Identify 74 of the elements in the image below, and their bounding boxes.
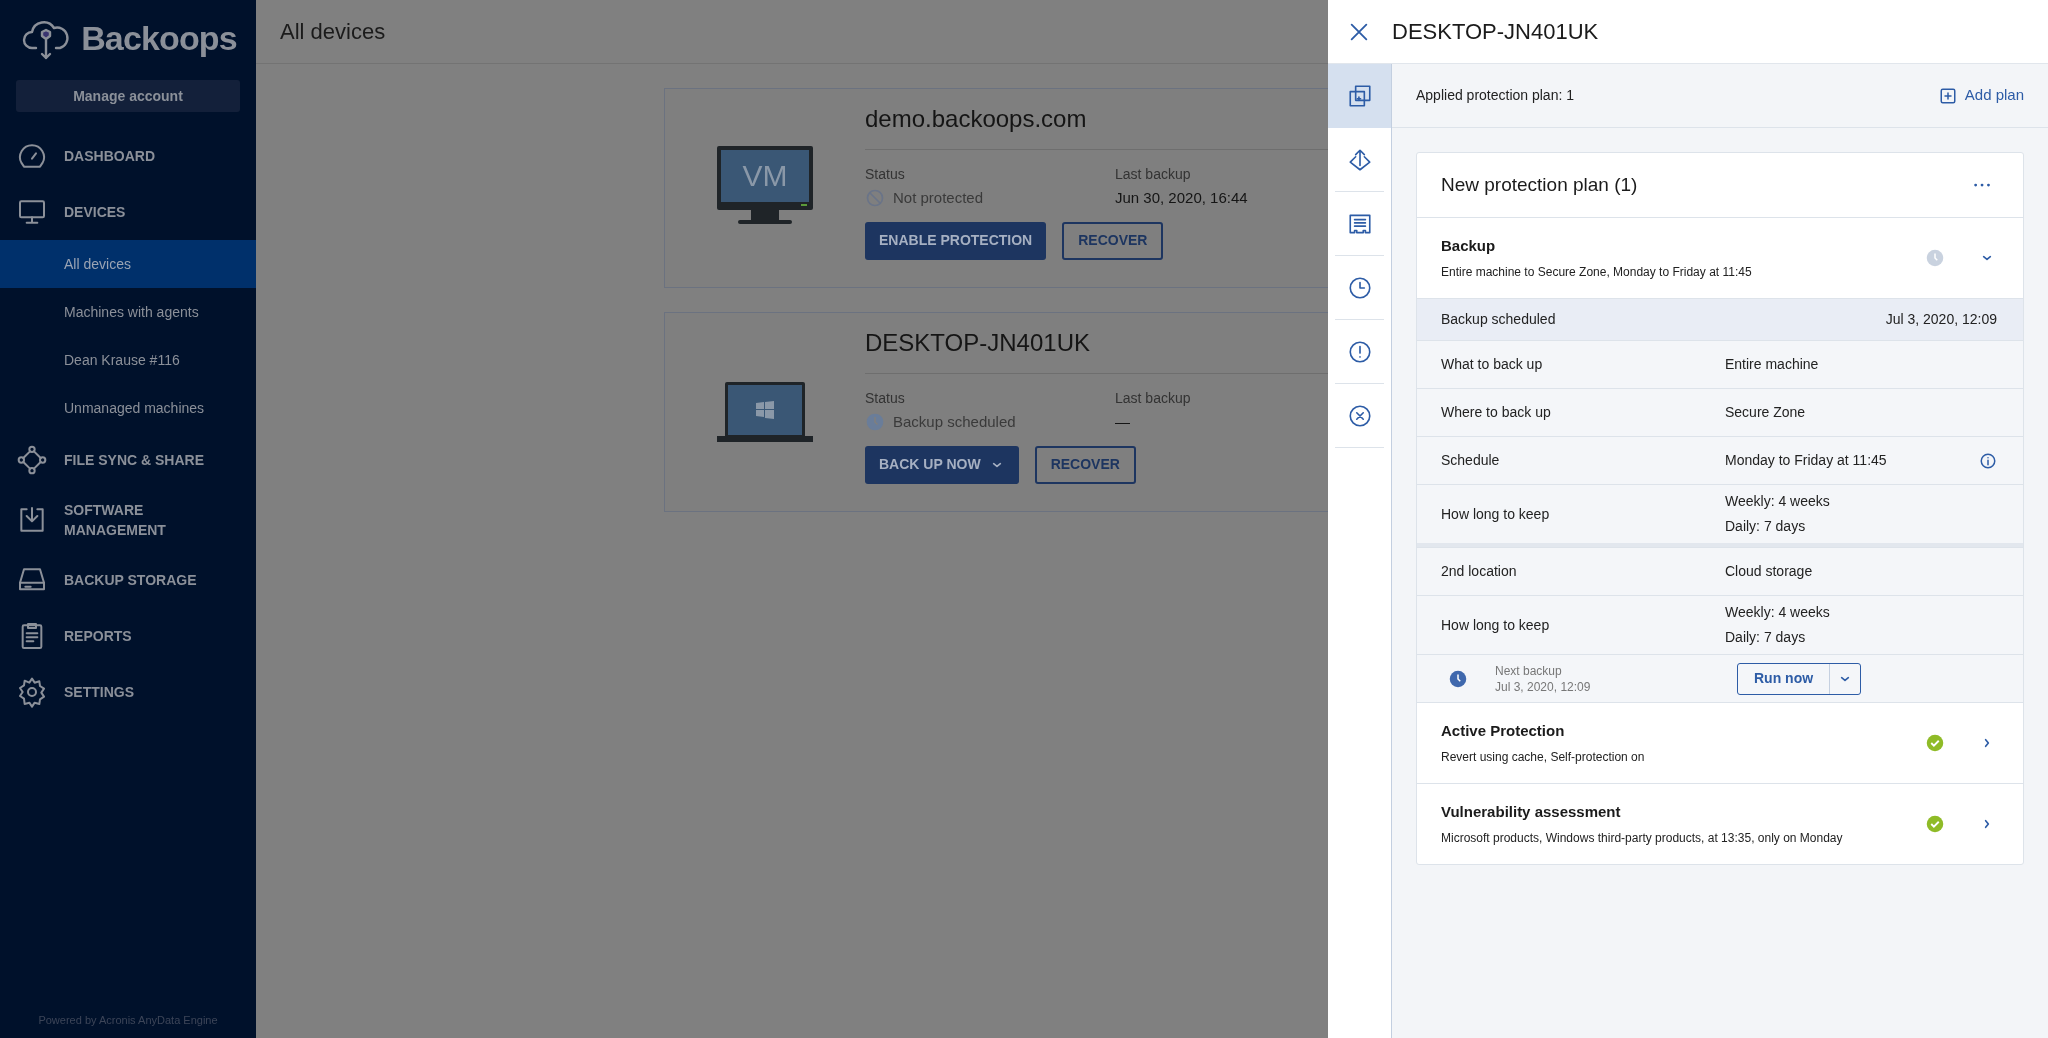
last-backup-value: — bbox=[1115, 412, 1131, 432]
rail-tab[interactable] bbox=[1328, 64, 1391, 128]
nav-label: DEVICES bbox=[64, 203, 127, 222]
plan-section-header[interactable]: Backup Entire machine to Secure Zone, Monday to Friday at 11:45 bbox=[1417, 218, 2023, 298]
add-plan-link[interactable]: Add plan bbox=[1938, 84, 2024, 107]
setting-value: Secure Zone bbox=[1725, 403, 1807, 422]
last-backup-label: Last backup bbox=[1115, 389, 1191, 408]
status-row-value: Jul 3, 2020, 12:09 bbox=[1885, 310, 1997, 329]
run-now-button[interactable]: Run now bbox=[1738, 663, 1831, 694]
next-backup-date: Jul 3, 2020, 12:09 bbox=[1495, 678, 1592, 695]
section-title: Active Protection bbox=[1441, 720, 1566, 741]
outline-button[interactable]: RECOVER bbox=[1062, 221, 1164, 260]
alert-icon bbox=[1346, 338, 1373, 365]
nav-item[interactable]: DEVICES bbox=[0, 184, 256, 240]
setting-value: Entire machine bbox=[1725, 355, 1820, 374]
nav-label: DASHBOARD bbox=[64, 147, 156, 166]
setting-value: Cloud storage bbox=[1725, 562, 1814, 581]
outline-button[interactable]: RECOVER bbox=[1034, 445, 1136, 484]
last-backup-label: Last backup bbox=[1115, 165, 1192, 184]
vm-label: VM bbox=[742, 161, 788, 191]
section-title: Vulnerability assessment bbox=[1441, 801, 1622, 822]
setting-label: How long to keep bbox=[1441, 615, 1551, 635]
setting-value: Daily: 7 days bbox=[1725, 628, 1807, 647]
nav-item[interactable]: FILE SYNC & SHARE bbox=[0, 432, 256, 488]
section-subtitle: Revert using cache, Self-protection on bbox=[1441, 749, 1646, 767]
setting-value: Daily: 7 days bbox=[1725, 517, 1807, 536]
manage-account-button[interactable]: Manage account bbox=[16, 80, 240, 112]
nav-item[interactable]: REPORTS bbox=[0, 608, 256, 664]
footer-text: Powered by Acronis AnyData Engine bbox=[37, 1012, 219, 1028]
nav-subitem[interactable]: All devices bbox=[0, 240, 256, 288]
setting-label: Where to back up bbox=[1441, 403, 1552, 422]
setting-label: How long to keep bbox=[1441, 504, 1551, 524]
primary-button[interactable]: BACK UP NOW bbox=[865, 445, 1019, 484]
nav-label: FILE SYNC & SHARE bbox=[64, 451, 205, 470]
add-icon bbox=[1938, 86, 1957, 105]
status-text: Backup scheduled bbox=[893, 412, 1016, 432]
copy-icon bbox=[1346, 83, 1373, 109]
nav-item[interactable]: BACKUP STORAGE bbox=[0, 552, 256, 608]
nav-subitem[interactable]: Unmanaged machines bbox=[0, 384, 256, 432]
nav-label: REPORTS bbox=[64, 627, 133, 646]
status-label: Status bbox=[865, 165, 906, 184]
nav-item[interactable]: SOFTWARE MANAGEMENT bbox=[0, 488, 256, 552]
setting-value: Monday to Friday at 11:45 bbox=[1725, 451, 1888, 470]
last-backup-value: Jun 30, 2020, 16:44 bbox=[1115, 188, 1248, 208]
plan-title: New protection plan (1) bbox=[1441, 172, 1638, 197]
plan-section-header[interactable]: Active Protection Revert using cache, Self-protection on bbox=[1417, 703, 2023, 783]
clock-icon bbox=[1449, 669, 1467, 688]
nav-item[interactable]: SETTINGS bbox=[0, 664, 256, 720]
nav-item[interactable]: DASHBOARD bbox=[0, 128, 256, 184]
section-subtitle: Entire machine to Secure Zone, Monday to Friday at 11:45 bbox=[1441, 264, 1753, 282]
page-title: All devices bbox=[280, 18, 386, 46]
nav-subitem[interactable]: Dean Krause #116 bbox=[0, 336, 256, 384]
setting-value: Weekly: 4 weeks bbox=[1725, 492, 1831, 511]
primary-button[interactable]: ENABLE PROTECTION bbox=[865, 221, 1047, 260]
next-backup-label: Next backup bbox=[1495, 662, 1563, 679]
remove-icon bbox=[1346, 402, 1373, 429]
setting-label: 2nd location bbox=[1441, 562, 1518, 581]
nav-label: BACKUP STORAGE bbox=[64, 571, 198, 590]
plan-section-header[interactable]: Vulnerability assessment Microsoft products, Windows third-party products, at 13:35, only on Monday bbox=[1417, 784, 2023, 864]
split-button[interactable]: Run now bbox=[1737, 662, 1862, 695]
status-label: Status bbox=[865, 389, 906, 408]
nav-subitem[interactable]: Machines with agents bbox=[0, 288, 256, 336]
setting-label: Schedule bbox=[1441, 451, 1501, 470]
nav-label: SOFTWARE MANAGEMENT bbox=[64, 501, 167, 540]
nav-label: SETTINGS bbox=[64, 683, 135, 702]
status-text: Not protected bbox=[893, 188, 984, 208]
section-subtitle: Microsoft products, Windows third-party products, at 13:35, only on Monday bbox=[1441, 830, 1844, 848]
setting-value: Weekly: 4 weeks bbox=[1725, 603, 1831, 622]
settings-icon bbox=[16, 676, 48, 708]
clock-icon bbox=[1346, 274, 1373, 301]
panel-title: DESKTOP-JN401UK bbox=[1392, 18, 1599, 46]
brand-name: Backoops bbox=[81, 17, 237, 59]
section-title: Backup bbox=[1441, 235, 1497, 256]
network-icon bbox=[16, 444, 48, 476]
